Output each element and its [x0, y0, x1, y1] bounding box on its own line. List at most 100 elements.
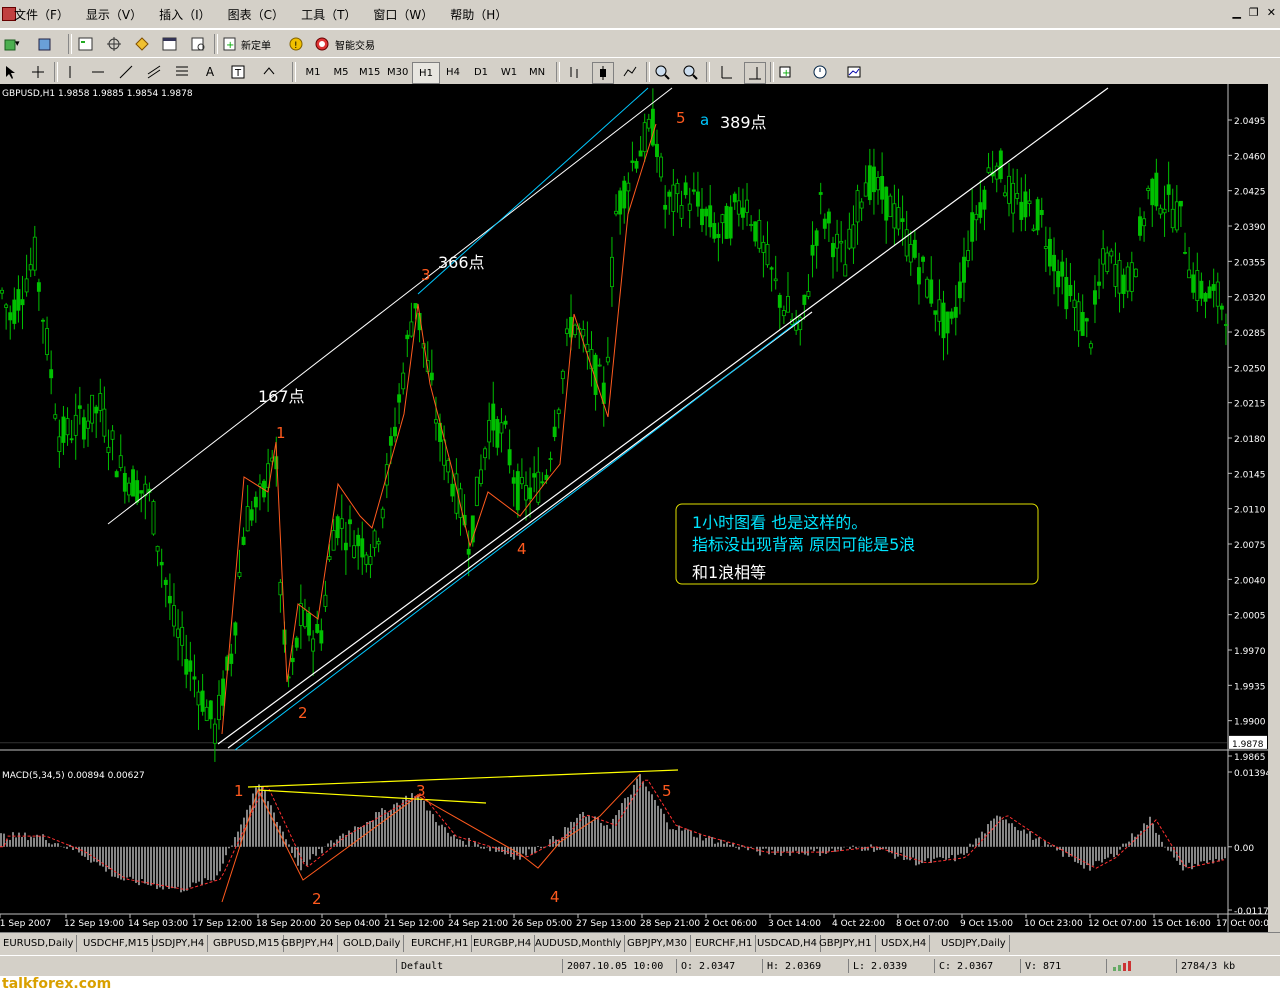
timeframe-m30[interactable]: M30 [384, 62, 411, 82]
chart-window[interactable]: 2.0495 2.0460 2.0425 2.0390 2.0355 2.0320 2.02… [0, 84, 1275, 932]
cursor-icon[interactable] [0, 62, 20, 82]
menu-item-3[interactable]: 图表（C） [228, 6, 284, 23]
menu-item-5[interactable]: 窗口（W） [373, 6, 433, 23]
candle-body [630, 160, 635, 163]
candle-body [663, 204, 668, 210]
candle-body [1097, 281, 1102, 286]
timeframe-h1[interactable]: H1 [412, 62, 440, 84]
auto-scroll-icon[interactable] [716, 62, 736, 82]
candle-body [867, 165, 872, 201]
drawing-toolbar: A T M1 M5 M15 M30 H1 H4 D1 W1 MN + [0, 57, 1280, 87]
vertical-scrollbar[interactable] [1268, 84, 1280, 932]
trendline-icon[interactable] [116, 62, 136, 82]
timeframe-m15[interactable]: M15 [356, 62, 383, 82]
candle-body [77, 405, 82, 409]
chart-tab[interactable]: GBPUSD,M15 [210, 935, 284, 952]
candle-body [1052, 254, 1056, 272]
timeframe-d1[interactable]: D1 [468, 62, 494, 82]
chart-tab[interactable]: GOLD,Daily [340, 935, 405, 952]
menu-item-1[interactable]: 显示（V） [86, 6, 142, 23]
candle-body [1056, 271, 1061, 288]
indicators-icon[interactable]: + [778, 62, 798, 82]
chart-tab[interactable]: USDJPY,H4 [148, 935, 209, 952]
chart-tab[interactable]: EURCHF,H1 [408, 935, 473, 952]
profiles-icon[interactable] [36, 34, 56, 54]
menu-item-4[interactable]: 工具（T） [301, 6, 356, 23]
chart-tab[interactable]: USDJPY,Daily [938, 935, 1010, 952]
terminal-icon[interactable] [160, 34, 180, 54]
periods-icon[interactable] [812, 62, 832, 82]
new-order-button[interactable]: + 新定单 [222, 34, 271, 54]
candle-body [200, 690, 205, 712]
svg-text:▾: ▾ [15, 39, 20, 49]
strategy-tester-icon[interactable] [188, 34, 208, 54]
wave-label-4: 4 [517, 540, 527, 558]
chart-tab[interactable]: USDX,H4 [878, 935, 931, 952]
chart-tab[interactable]: USDCAD,H4 [754, 935, 821, 952]
chart-tab[interactable]: GBPJPY,H4 [278, 935, 338, 952]
menu-item-6[interactable]: 帮助（H） [450, 6, 507, 23]
candle-body [765, 244, 770, 266]
zoom-out-icon[interactable] [680, 62, 700, 82]
candle-body [151, 501, 156, 535]
expert-advisors-button[interactable]: 智能交易 [314, 34, 375, 54]
timeframe-w1[interactable]: W1 [496, 62, 522, 82]
line-chart-icon[interactable] [620, 62, 640, 82]
chart-tab[interactable]: AUDUSD,Monthly [532, 935, 626, 952]
signal-icon[interactable]: ! [286, 34, 306, 54]
macd-wave-label-2: 2 [312, 890, 322, 908]
timeframe-mn[interactable]: MN [524, 62, 550, 82]
candle-body [802, 294, 807, 305]
candle-body [196, 691, 201, 706]
candle-body [1129, 262, 1134, 292]
zoom-in-icon[interactable] [652, 62, 672, 82]
bar-chart-icon[interactable] [564, 62, 584, 82]
candle-body [315, 624, 320, 633]
point-label-366: 366点 [438, 253, 485, 272]
chart-tab[interactable]: EURGBP,H4 [470, 935, 536, 952]
macd-wave-label-1: 1 [234, 782, 244, 800]
candle-body [679, 205, 684, 219]
navigator-icon[interactable] [132, 34, 152, 54]
templates-icon[interactable] [846, 62, 866, 82]
timeframe-h4[interactable]: H4 [440, 62, 466, 82]
candle-body [319, 630, 324, 644]
timeframe-m1[interactable]: M1 [300, 62, 326, 82]
candle-body [614, 210, 618, 215]
vertical-line-icon[interactable] [60, 62, 80, 82]
chart-tab[interactable]: GBPJPY,H1 [816, 935, 876, 952]
fibonacci-icon[interactable] [172, 62, 192, 82]
price-chart[interactable]: 2.0495 2.0460 2.0425 2.0390 2.0355 2.0320 2.02… [0, 84, 1275, 932]
chart-tab[interactable]: USDCHF,M15 [80, 935, 154, 952]
arrows-icon[interactable] [260, 62, 280, 82]
text-label-icon[interactable]: T [228, 62, 248, 82]
chart-tab[interactable]: EURUSD,Daily [0, 935, 78, 952]
chart-tab[interactable]: EURCHF,H1 [692, 935, 757, 952]
price-tick-label: 2.0390 [1234, 223, 1266, 233]
macd-wave-label-4: 4 [550, 888, 560, 906]
equidistant-channel-icon[interactable] [144, 62, 164, 82]
minimize-icon[interactable]: ▁ [1232, 6, 1240, 19]
candlestick-icon[interactable] [592, 62, 614, 84]
candle-body [1047, 238, 1052, 267]
close-icon[interactable]: ✕ [1267, 6, 1276, 19]
candle-body [1211, 284, 1216, 291]
timeframe-m5[interactable]: M5 [328, 62, 354, 82]
candle-body [380, 508, 385, 519]
time-tick-label: 27 Sep 13:00 [576, 919, 636, 929]
restore-icon[interactable]: ❐ [1249, 6, 1259, 19]
datetime-status: 2007.10.05 10:00 [562, 959, 675, 973]
text-icon[interactable]: A [200, 62, 220, 82]
menu-item-0[interactable]: 文件（F） [14, 6, 69, 23]
market-watch-icon[interactable] [76, 34, 96, 54]
new-chart-icon[interactable]: ▾ [2, 34, 22, 54]
candle-body [687, 203, 692, 211]
data-window-icon[interactable] [104, 34, 124, 54]
crosshair-icon[interactable] [28, 62, 48, 82]
time-tick-label: 4 Oct 22:00 [832, 919, 885, 929]
menu-item-2[interactable]: 插入（I） [159, 6, 211, 23]
chart-tab[interactable]: GBPJPY,M30 [624, 935, 692, 952]
horizontal-line-icon[interactable] [88, 62, 108, 82]
chart-shift-icon[interactable] [744, 62, 766, 84]
candle-body [139, 490, 144, 494]
